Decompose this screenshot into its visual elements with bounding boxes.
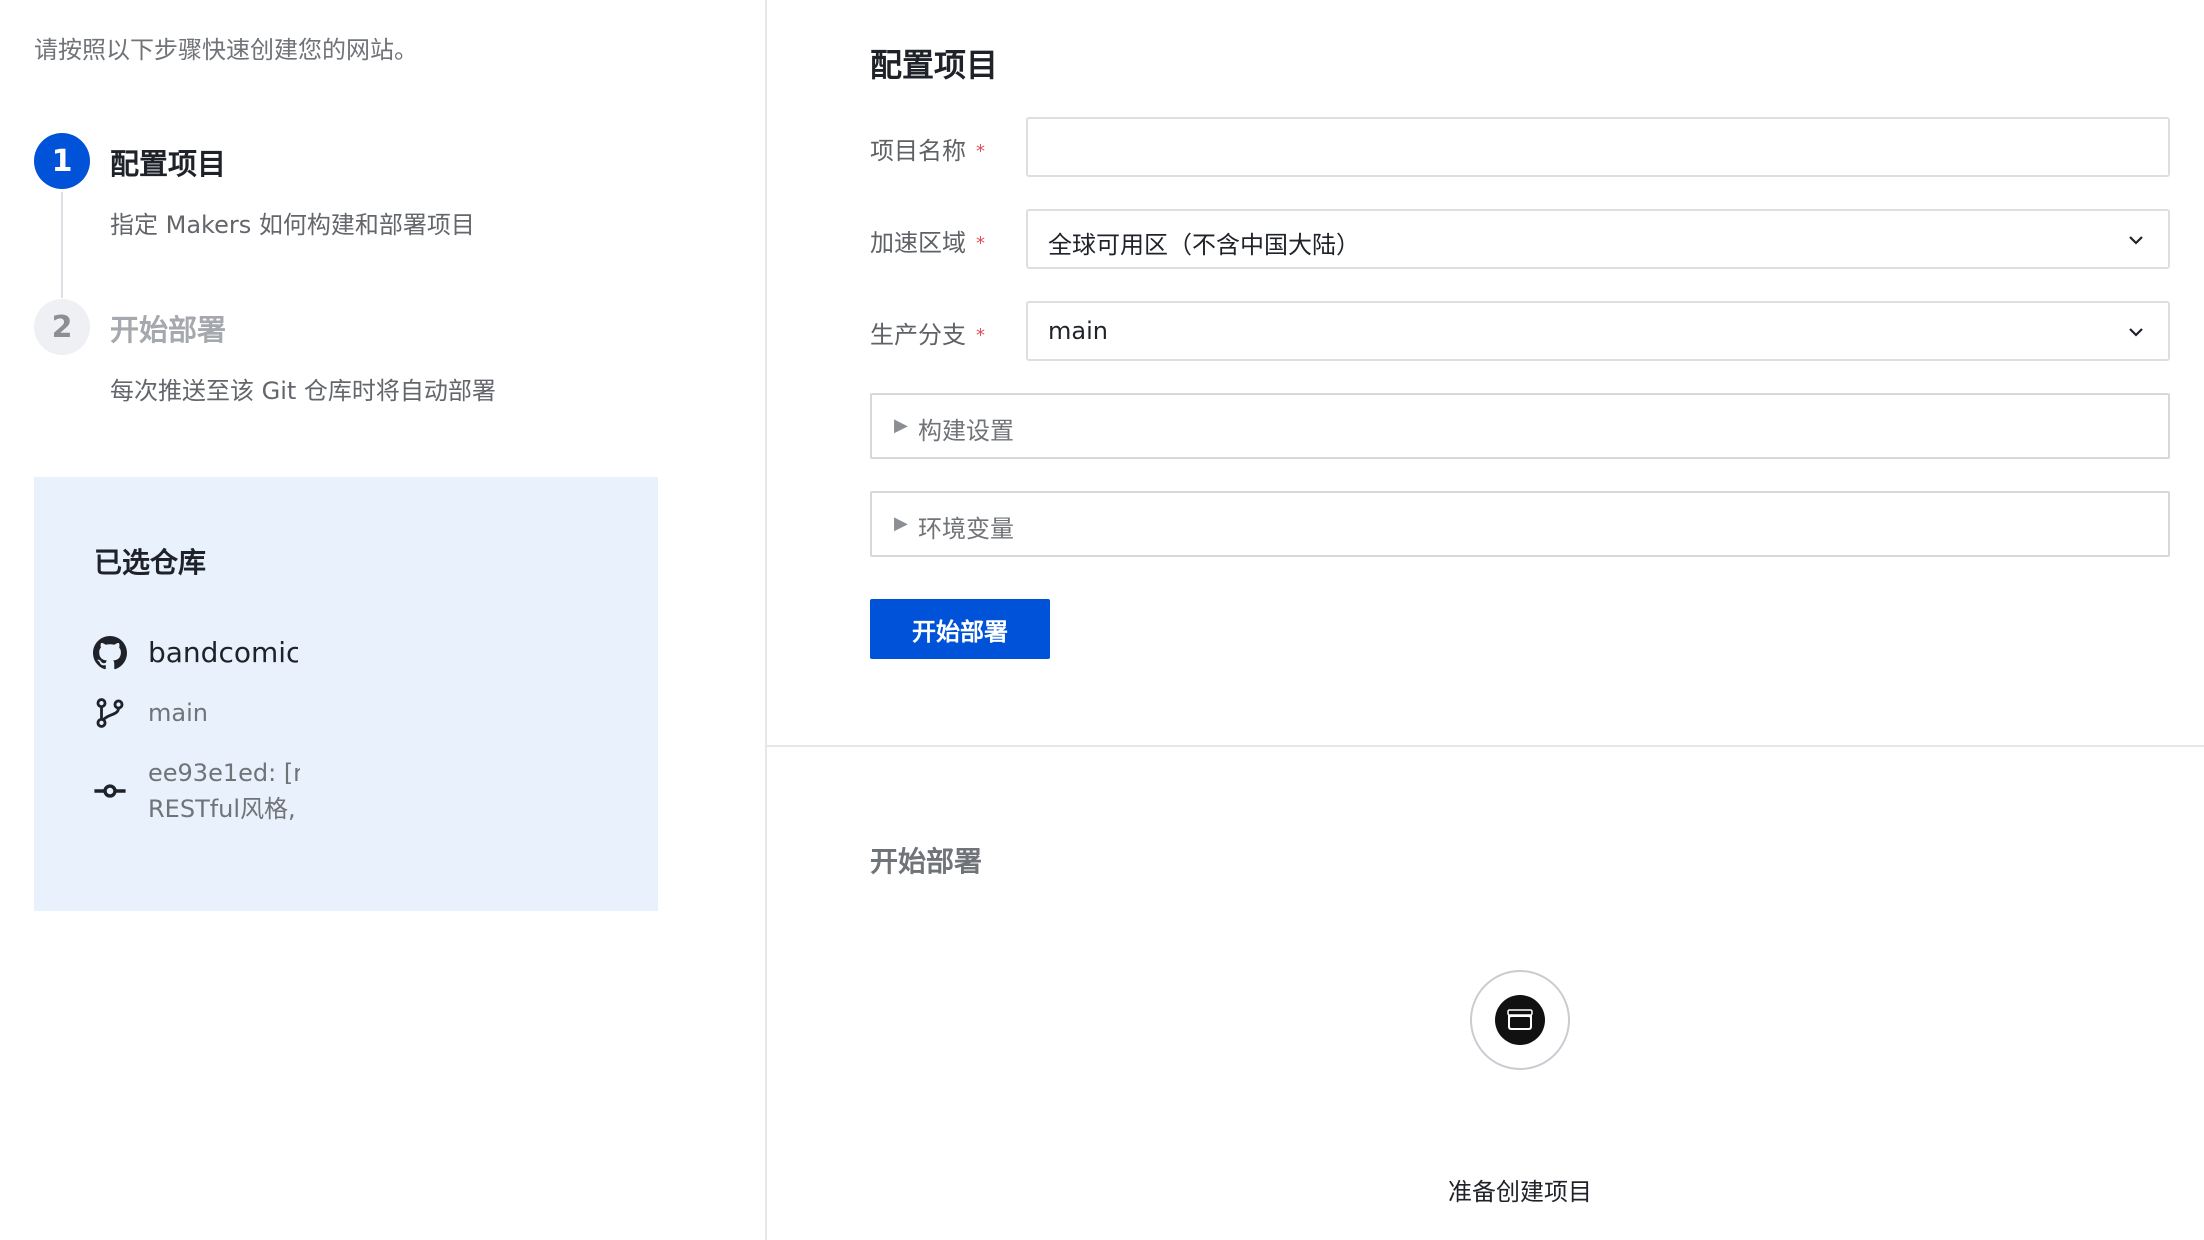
region-select[interactable]: 全球可用区（不含中国大陆） [1026, 209, 2170, 269]
chevron-down-icon [2129, 328, 2143, 337]
env-vars-label: 环境变量 [918, 515, 1014, 543]
repo-branch-row: main [92, 695, 208, 731]
repo-commit-row: ee93e1ed: [re RESTful风格, [92, 755, 300, 827]
panel-divider [765, 0, 767, 1240]
project-name-row: 项目名称 * [870, 117, 2170, 177]
build-settings-collapse[interactable]: ▶ 构建设置 [870, 393, 2170, 459]
step-title: 开始部署 [110, 313, 227, 347]
branch-selected-value: main [1048, 317, 1108, 345]
branch-select[interactable]: main [1026, 301, 2170, 361]
commit-line: ee93e1ed: [re [148, 759, 300, 787]
github-icon [92, 635, 128, 671]
deploy-section-title: 开始部署 [870, 845, 983, 878]
caret-right-icon: ▶ [894, 415, 908, 436]
repo-card-heading: 已选仓库 [94, 546, 207, 579]
form-title: 配置项目 [870, 46, 999, 84]
repo-commit-message: ee93e1ed: [re RESTful风格, [148, 755, 300, 827]
repo-name-row: bandcomic/ [92, 635, 298, 671]
git-branch-icon [92, 695, 128, 731]
required-mark: * [976, 141, 985, 162]
intro-text: 请按照以下步骤快速创建您的网站。 [34, 36, 418, 64]
build-settings-label: 构建设置 [918, 417, 1014, 445]
project-name-field[interactable] [1026, 117, 2170, 177]
project-name-label: 项目名称 * [870, 137, 985, 165]
step-title: 配置项目 [110, 147, 227, 181]
repo-branch: main [148, 699, 208, 727]
status-ring [1470, 970, 1570, 1070]
step-connector [61, 192, 63, 298]
step-description: 指定 Makers 如何构建和部署项目 [110, 211, 475, 239]
deploy-status-text: 准备创建项目 [1448, 1178, 1592, 1206]
branch-label: 生产分支 * [870, 321, 985, 349]
selected-repo-card: 已选仓库 bandcomic/ main ee93e1ed: [r RESTfu… [34, 477, 658, 911]
package-icon [1495, 995, 1545, 1045]
project-name-input[interactable] [1028, 119, 2168, 175]
section-divider [766, 745, 2204, 747]
region-selected-value: 全球可用区（不含中国大陆） [1048, 231, 1360, 259]
required-mark: * [976, 233, 985, 254]
chevron-down-icon [2129, 236, 2143, 245]
required-mark: * [976, 325, 985, 346]
region-label: 加速区域 * [870, 229, 985, 257]
git-commit-icon [92, 773, 128, 809]
steps-panel: 请按照以下步骤快速创建您的网站。 1 配置项目 指定 Makers 如何构建和部… [0, 0, 766, 1240]
branch-row: 生产分支 * main [870, 301, 2170, 361]
env-vars-collapse[interactable]: ▶ 环境变量 [870, 491, 2170, 557]
region-row: 加速区域 * 全球可用区（不含中国大陆） [870, 209, 2170, 269]
step-description: 每次推送至该 Git 仓库时将自动部署 [110, 377, 496, 405]
repo-name: bandcomic/ [148, 636, 298, 669]
step-number-badge: 1 [34, 133, 90, 189]
step-number-badge: 2 [34, 299, 90, 355]
commit-line: RESTful风格, [148, 795, 296, 823]
caret-right-icon: ▶ [894, 513, 908, 534]
start-deploy-button[interactable]: 开始部署 [870, 599, 1050, 659]
